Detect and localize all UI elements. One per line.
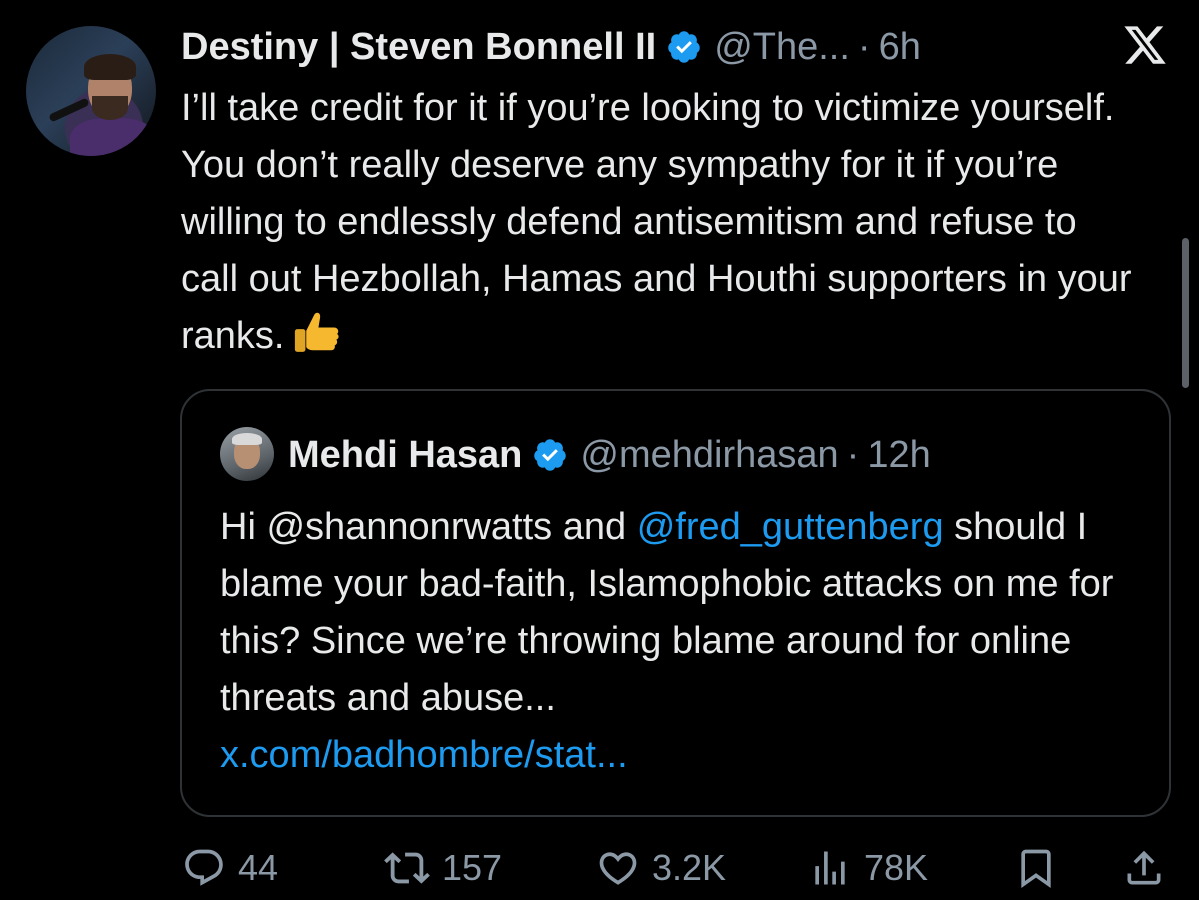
views-count: 78K <box>864 847 929 888</box>
author-handle[interactable]: @The... <box>714 26 850 69</box>
verified-badge-icon <box>666 29 702 65</box>
scrollbar[interactable] <box>1182 238 1189 388</box>
status-link[interactable]: x.com/badhombre/stat... <box>220 734 628 776</box>
author-avatar[interactable] <box>26 26 156 156</box>
reply-count: 44 <box>238 847 279 888</box>
views-button[interactable]: 78K <box>808 840 928 896</box>
thumbs-up-icon <box>290 308 342 360</box>
tweet-text: I’ll take credit for it if you’re lookin… <box>181 80 1141 365</box>
like-button[interactable]: 3.2K <box>596 840 726 896</box>
quoted-author-handle[interactable]: @mehdirhasan <box>580 434 838 477</box>
reply-button[interactable]: 44 <box>182 840 278 896</box>
reply-icon <box>182 846 226 890</box>
quoted-tweet-text: Hi @shannonrwatts and @fred_guttenberg s… <box>220 499 1140 784</box>
tweet[interactable]: Destiny | Steven Bonnell II @The... · 6h… <box>0 0 1199 900</box>
verified-badge-icon <box>532 437 568 473</box>
like-count: 3.2K <box>652 847 727 888</box>
tweet-actions-bar: 44 157 3.2K 78K <box>0 840 1199 896</box>
share-button[interactable] <box>1122 840 1166 896</box>
bookmark-button[interactable] <box>1014 840 1058 896</box>
bookmark-icon <box>1014 846 1058 890</box>
quoted-author-name[interactable]: Mehdi Hasan <box>288 434 522 477</box>
x-logo-icon <box>1120 22 1170 68</box>
quoted-header-separator: · <box>846 433 860 476</box>
tweet-header: Destiny | Steven Bonnell II @The... · 6h <box>181 24 921 70</box>
quoted-text-prefix: Hi @shannonrwatts and <box>220 506 637 548</box>
tweet-timestamp[interactable]: 6h <box>879 26 921 69</box>
heart-icon <box>596 846 640 890</box>
share-icon <box>1122 846 1166 890</box>
quoted-tweet[interactable]: Mehdi Hasan @mehdirhasan · 12h Hi @shann… <box>180 389 1171 817</box>
retweet-icon <box>384 845 430 891</box>
author-name[interactable]: Destiny | Steven Bonnell II <box>181 26 656 69</box>
analytics-icon <box>808 846 852 890</box>
quoted-author-avatar[interactable] <box>220 427 274 481</box>
mention-link[interactable]: @fred_guttenberg <box>637 506 944 548</box>
quoted-tweet-header: Mehdi Hasan @mehdirhasan · 12h <box>288 431 931 479</box>
quoted-tweet-timestamp[interactable]: 12h <box>867 434 930 477</box>
header-separator: · <box>857 25 871 68</box>
retweet-button[interactable]: 157 <box>384 840 502 896</box>
retweet-count: 157 <box>442 847 503 888</box>
